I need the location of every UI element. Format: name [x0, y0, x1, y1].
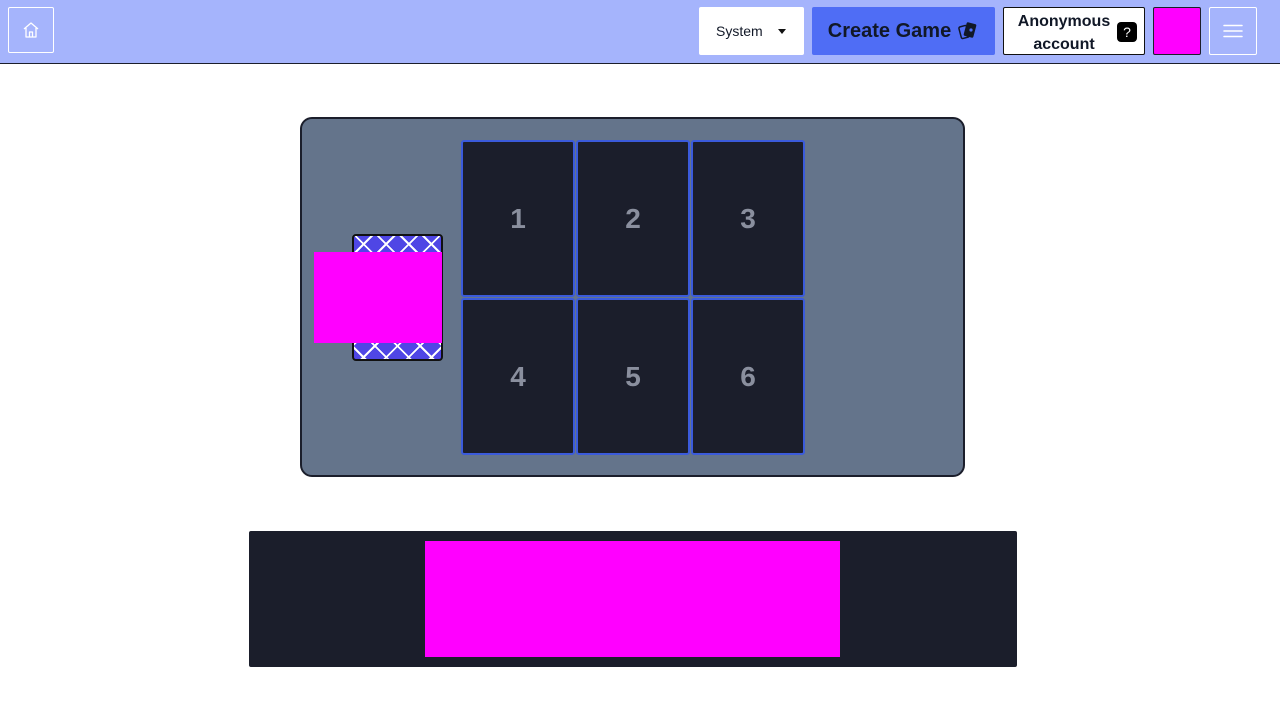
cards-icon: [958, 22, 977, 40]
chevron-down-icon: [778, 29, 786, 34]
slot-number: 5: [625, 360, 641, 392]
hamburger-menu-icon: [1223, 24, 1243, 38]
board-slot-3[interactable]: 3: [691, 140, 805, 297]
theme-select-value: System: [716, 23, 763, 39]
home-button[interactable]: [8, 7, 54, 53]
theme-select[interactable]: System: [699, 7, 804, 55]
slot-number: 6: [740, 360, 756, 392]
home-icon: [23, 22, 39, 38]
slot-number: 4: [510, 360, 526, 392]
board-slot-2[interactable]: 2: [576, 140, 690, 297]
create-game-label: Create Game: [827, 19, 952, 42]
top-navbar: System Create Game Anonymous account ?: [0, 0, 1280, 64]
deck-overlay-card: [314, 252, 442, 343]
hand-card[interactable]: [425, 541, 840, 657]
board-slot-1[interactable]: 1: [461, 140, 575, 297]
board-slot-4[interactable]: 4: [461, 298, 575, 455]
avatar[interactable]: [1153, 7, 1201, 55]
menu-button[interactable]: [1209, 7, 1257, 55]
board-slot-5[interactable]: 5: [576, 298, 690, 455]
slot-number: 3: [740, 202, 756, 234]
account-label: Anonymous account: [1017, 13, 1111, 53]
create-game-button[interactable]: Create Game: [812, 7, 995, 55]
board-slot-6[interactable]: 6: [691, 298, 805, 455]
account-button[interactable]: Anonymous account ?: [1003, 7, 1145, 55]
help-icon[interactable]: ?: [1117, 22, 1137, 42]
slot-number: 2: [625, 202, 641, 234]
slot-number: 1: [510, 202, 526, 234]
